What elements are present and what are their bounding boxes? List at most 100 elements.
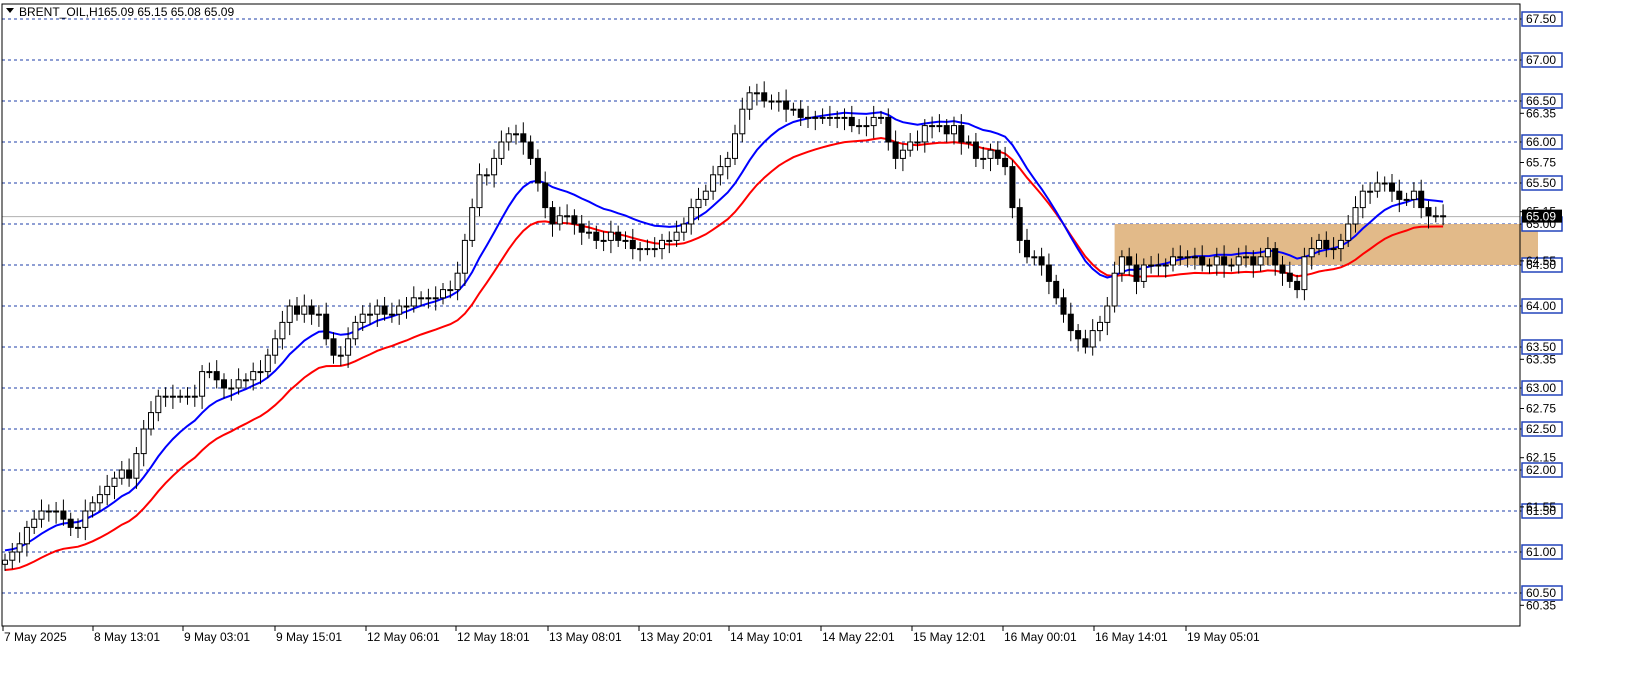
price-level-label[interactable]: 61.00 bbox=[1521, 544, 1563, 560]
candle-body bbox=[228, 387, 235, 390]
candle-body bbox=[1279, 264, 1286, 274]
y-tick-label: 63.35 bbox=[1526, 352, 1556, 366]
candle-body bbox=[564, 215, 571, 218]
candle-body bbox=[330, 338, 337, 356]
candle-body bbox=[717, 166, 724, 176]
candle-body bbox=[702, 190, 709, 200]
candle-body bbox=[9, 551, 16, 561]
candle-body bbox=[126, 469, 133, 479]
plot-border bbox=[1, 3, 1521, 627]
candle-body bbox=[31, 518, 38, 528]
candle-body bbox=[834, 116, 841, 119]
candle-body bbox=[615, 231, 622, 241]
x-tick-label: 9 May 15:01 bbox=[276, 630, 342, 644]
candle-body bbox=[885, 116, 892, 143]
candle-body bbox=[308, 305, 315, 315]
candle-body bbox=[775, 100, 782, 103]
candle-body bbox=[1213, 256, 1220, 266]
candle-body bbox=[38, 510, 45, 520]
price-level-label[interactable]: 67.00 bbox=[1521, 52, 1563, 68]
candle-body bbox=[739, 108, 746, 135]
candle-body bbox=[432, 297, 439, 300]
candle-body bbox=[1002, 157, 1009, 168]
candles bbox=[2, 81, 1447, 571]
candle-body bbox=[418, 297, 425, 300]
candle-body bbox=[1133, 264, 1140, 282]
candle-body bbox=[1432, 215, 1439, 218]
price-level-text: 62.00 bbox=[1526, 463, 1556, 477]
candle-body bbox=[768, 100, 775, 103]
candle-body bbox=[1403, 198, 1410, 201]
y-tick-label: 61.55 bbox=[1526, 500, 1556, 514]
candle-body bbox=[1272, 248, 1279, 266]
candle-body bbox=[1425, 207, 1432, 217]
candle-body bbox=[746, 92, 753, 110]
price-axis[interactable]: 67.5067.0066.5066.0065.5065.0064.5064.00… bbox=[1520, 11, 1563, 612]
candle-body bbox=[542, 182, 549, 209]
x-tick-label: 13 May 20:01 bbox=[640, 630, 713, 644]
candle-body bbox=[96, 494, 103, 504]
candle-body bbox=[629, 239, 636, 250]
candle-body bbox=[666, 239, 673, 242]
candle-body bbox=[878, 116, 884, 119]
candle-body bbox=[367, 313, 373, 316]
candle-body bbox=[980, 157, 987, 160]
price-level-label[interactable]: 62.00 bbox=[1521, 462, 1563, 478]
candle-body bbox=[600, 239, 607, 242]
candle-body bbox=[1345, 223, 1352, 241]
x-tick-label: 12 May 06:01 bbox=[367, 630, 440, 644]
candle-body bbox=[644, 248, 651, 251]
candle-body bbox=[943, 125, 950, 135]
candle-body bbox=[797, 108, 804, 118]
candle-body bbox=[199, 371, 206, 397]
candle-body bbox=[1162, 264, 1169, 267]
candle-body bbox=[440, 289, 446, 299]
price-level-text: 67.00 bbox=[1526, 53, 1556, 67]
candle-body bbox=[359, 313, 366, 323]
price-level-label[interactable]: 64.00 bbox=[1521, 298, 1563, 314]
time-axis[interactable]: 7 May 2025 8 May 13:01 9 May 03:01 9 May 15… bbox=[2, 626, 1260, 644]
price-level-label[interactable]: 65.50 bbox=[1521, 175, 1563, 191]
candle-body bbox=[899, 149, 906, 159]
candle-body bbox=[272, 338, 279, 356]
candle-body bbox=[513, 133, 519, 136]
price-level-text: 63.00 bbox=[1526, 381, 1556, 395]
candle-body bbox=[571, 215, 578, 225]
candle-body bbox=[958, 125, 965, 143]
candle-body bbox=[1199, 256, 1206, 266]
candle-body bbox=[345, 338, 352, 356]
price-level-label[interactable]: 63.00 bbox=[1521, 380, 1563, 396]
candle-body bbox=[1323, 239, 1330, 250]
candle-body bbox=[323, 313, 330, 340]
candle-body bbox=[104, 485, 111, 496]
candle-body bbox=[75, 526, 81, 529]
price-chart[interactable]: 67.5067.0066.5066.0065.5065.0064.5064.00… bbox=[0, 0, 1651, 682]
candle-body bbox=[1184, 256, 1191, 259]
candle-body bbox=[118, 469, 125, 479]
candle-body bbox=[111, 477, 118, 487]
candle-body bbox=[483, 174, 490, 177]
candle-body bbox=[1228, 264, 1235, 267]
candle-body bbox=[184, 395, 191, 398]
price-level-label[interactable]: 66.00 bbox=[1521, 134, 1563, 150]
candle-body bbox=[235, 379, 242, 389]
candle-body bbox=[812, 116, 819, 119]
candle-body bbox=[819, 116, 826, 119]
price-level-label[interactable]: 67.50 bbox=[1521, 11, 1563, 27]
candle-body bbox=[637, 248, 644, 251]
y-tick-label: 60.35 bbox=[1526, 598, 1556, 612]
candle-body bbox=[856, 125, 863, 128]
candle-body bbox=[1235, 256, 1242, 266]
candle-body bbox=[45, 510, 52, 513]
candle-body bbox=[1111, 272, 1118, 307]
candle-body bbox=[381, 305, 388, 315]
candle-body bbox=[388, 313, 395, 316]
candle-body bbox=[250, 371, 257, 381]
candle-body bbox=[1337, 239, 1344, 250]
candle-body bbox=[1301, 256, 1308, 291]
candle-body bbox=[710, 174, 717, 192]
candle-body bbox=[622, 239, 629, 242]
dropdown-triangle-icon[interactable] bbox=[6, 8, 14, 13]
price-level-label[interactable]: 62.50 bbox=[1521, 421, 1563, 437]
candle-body bbox=[936, 125, 943, 128]
